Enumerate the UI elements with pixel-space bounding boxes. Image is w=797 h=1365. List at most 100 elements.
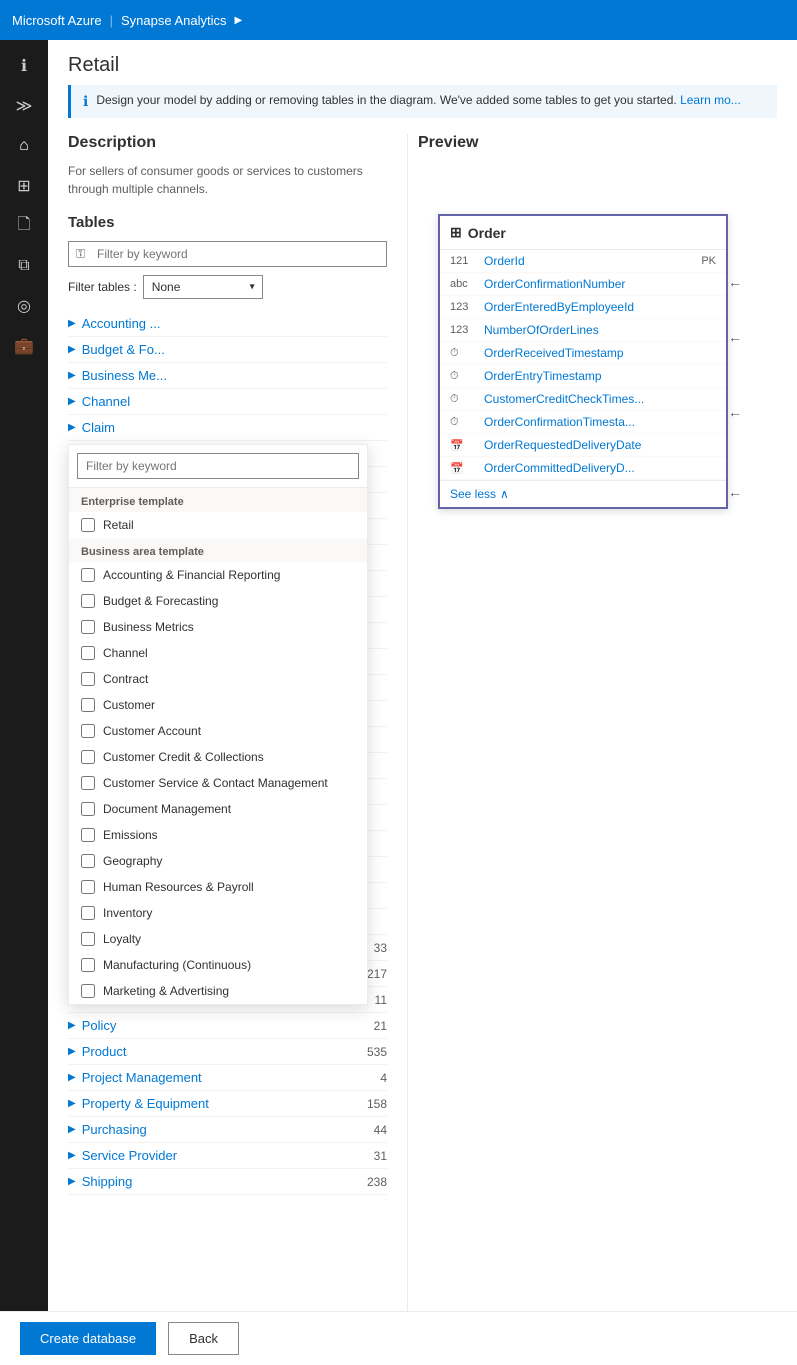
table-name-accounting: Accounting ... bbox=[82, 316, 387, 331]
table-item-budget[interactable]: ▶ Budget & Fo... bbox=[68, 337, 387, 363]
checkbox-loyalty[interactable] bbox=[81, 932, 95, 946]
arrow-right-1: ← bbox=[728, 274, 742, 290]
field-type-cal1: 📅 bbox=[450, 439, 478, 452]
top-bar-separator: | bbox=[110, 13, 113, 28]
table-item-business-metrics[interactable]: ▶ Business Me... bbox=[68, 363, 387, 389]
dropdown-item-customer-credit[interactable]: Customer Credit & Collections bbox=[69, 744, 367, 770]
filter-select[interactable]: None bbox=[143, 275, 263, 299]
sidebar-analytics-icon[interactable]: ◎ bbox=[6, 288, 42, 324]
business-area-section-label: Business area template bbox=[69, 538, 367, 562]
dropdown-item-inventory[interactable]: Inventory bbox=[69, 900, 367, 926]
sidebar-grid-icon[interactable]: ⊞ bbox=[6, 168, 42, 204]
learn-more-link[interactable]: Learn mo... bbox=[680, 93, 741, 107]
dropdown-scroll-area[interactable]: Enterprise template Retail Business area… bbox=[69, 488, 367, 1004]
sidebar-home-icon[interactable]: ⌂ bbox=[6, 128, 42, 164]
create-database-button[interactable]: Create database bbox=[48, 1322, 156, 1355]
dropdown-item-marketing[interactable]: Marketing & Advertising bbox=[69, 978, 367, 1004]
description-title: Description bbox=[68, 134, 387, 152]
table-item-accounting[interactable]: ▶ Accounting ... bbox=[68, 311, 387, 337]
dropdown-item-label-emissions: Emissions bbox=[103, 828, 158, 842]
dropdown-item-customer-service[interactable]: Customer Service & Contact Management bbox=[69, 770, 367, 796]
see-less-link[interactable]: See less ∧ bbox=[450, 487, 716, 501]
checkbox-contract[interactable] bbox=[81, 672, 95, 686]
table-item-channel[interactable]: ▶ Channel bbox=[68, 389, 387, 415]
sidebar-layers-icon[interactable]: ⧉ bbox=[6, 248, 42, 284]
checkbox-hr[interactable] bbox=[81, 880, 95, 894]
table-count-patient: 11 bbox=[375, 993, 387, 1007]
table-count-project-mgmt: 4 bbox=[380, 1071, 387, 1085]
checkbox-customer-service[interactable] bbox=[81, 776, 95, 790]
keyword-filter-input[interactable] bbox=[68, 241, 387, 267]
tables-title: Tables bbox=[68, 214, 387, 231]
table-item-purchasing[interactable]: ▶ Purchasing 44 bbox=[68, 1117, 387, 1143]
table-name-claim: Claim bbox=[82, 420, 387, 435]
table-item-project-mgmt[interactable]: ▶ Project Management 4 bbox=[68, 1065, 387, 1091]
dropdown-item-hr[interactable]: Human Resources & Payroll bbox=[69, 874, 367, 900]
field-name-delivery-committed: OrderCommittedDeliveryD... bbox=[484, 461, 716, 475]
sidebar-briefcase-icon[interactable]: 💼 bbox=[6, 328, 42, 364]
dropdown-item-geography[interactable]: Geography bbox=[69, 848, 367, 874]
checkbox-accounting[interactable] bbox=[81, 568, 95, 582]
dropdown-item-label-customer-service: Customer Service & Contact Management bbox=[103, 776, 328, 790]
table-name-property: Property & Equipment bbox=[82, 1096, 367, 1111]
dropdown-item-business-metrics[interactable]: Business Metrics bbox=[69, 614, 367, 640]
page-title: Retail bbox=[48, 40, 797, 85]
table-chevron-icon: ▶ bbox=[68, 344, 76, 355]
table-item-product[interactable]: ▶ Product 535 bbox=[68, 1039, 387, 1065]
checkbox-budget[interactable] bbox=[81, 594, 95, 608]
checkbox-retail[interactable] bbox=[81, 518, 95, 532]
dropdown-item-budget[interactable]: Budget & Forecasting bbox=[69, 588, 367, 614]
filter-select-wrapper: None ▾ bbox=[143, 275, 263, 299]
table-item-service-provider[interactable]: ▶ Service Provider 31 bbox=[68, 1143, 387, 1169]
checkbox-emissions[interactable] bbox=[81, 828, 95, 842]
checkbox-customer[interactable] bbox=[81, 698, 95, 712]
field-name-delivery-req: OrderRequestedDeliveryDate bbox=[484, 438, 716, 452]
order-card-title: Order bbox=[468, 225, 506, 241]
checkbox-document[interactable] bbox=[81, 802, 95, 816]
dropdown-item-emissions[interactable]: Emissions bbox=[69, 822, 367, 848]
table-item-policy[interactable]: ▶ Policy 21 bbox=[68, 1013, 387, 1039]
sidebar-expand-icon[interactable]: ≫ bbox=[6, 88, 42, 124]
table-name-channel: Channel bbox=[82, 394, 387, 409]
dropdown-item-manufacturing[interactable]: Manufacturing (Continuous) bbox=[69, 952, 367, 978]
dropdown-item-retail[interactable]: Retail bbox=[69, 512, 367, 538]
table-count-order: 33 bbox=[374, 941, 387, 955]
checkbox-inventory[interactable] bbox=[81, 906, 95, 920]
keyword-filter-wrapper: ⚿ bbox=[68, 241, 387, 267]
checkbox-marketing[interactable] bbox=[81, 984, 95, 998]
checkbox-customer-credit[interactable] bbox=[81, 750, 95, 764]
order-field-delivery-req: 📅 OrderRequestedDeliveryDate bbox=[440, 434, 726, 457]
checkbox-channel[interactable] bbox=[81, 646, 95, 660]
dropdown-search-input[interactable] bbox=[77, 453, 359, 479]
table-chevron-icon: ▶ bbox=[68, 318, 76, 329]
sidebar-info-icon[interactable]: ℹ bbox=[6, 48, 42, 84]
dropdown-item-document[interactable]: Document Management bbox=[69, 796, 367, 822]
dropdown-item-loyalty[interactable]: Loyalty bbox=[69, 926, 367, 952]
checkbox-manufacturing[interactable] bbox=[81, 958, 95, 972]
field-type-clock2: ⏱ bbox=[450, 370, 478, 383]
enterprise-section-label: Enterprise template bbox=[69, 488, 367, 512]
table-item-property[interactable]: ▶ Property & Equipment 158 bbox=[68, 1091, 387, 1117]
top-bar: Microsoft Azure | Synapse Analytics ▶ bbox=[0, 0, 797, 40]
table-item-claim[interactable]: ▶ Claim bbox=[68, 415, 387, 441]
sidebar-document-icon[interactable]: 🗋 bbox=[6, 208, 42, 244]
checkbox-geography[interactable] bbox=[81, 854, 95, 868]
checkbox-customer-account[interactable] bbox=[81, 724, 95, 738]
field-type-clock3: ⏱ bbox=[450, 393, 478, 406]
dropdown-item-label-inventory: Inventory bbox=[103, 906, 152, 920]
table-chevron-icon: ▶ bbox=[68, 1098, 76, 1109]
dropdown-item-label-hr: Human Resources & Payroll bbox=[103, 880, 254, 894]
dropdown-item-accounting[interactable]: Accounting & Financial Reporting bbox=[69, 562, 367, 588]
dropdown-item-customer[interactable]: Customer bbox=[69, 692, 367, 718]
field-pk-badge: PK bbox=[701, 255, 716, 267]
field-type-123a: 123 bbox=[450, 301, 478, 313]
dropdown-item-contract[interactable]: Contract bbox=[69, 666, 367, 692]
dropdown-item-channel[interactable]: Channel bbox=[69, 640, 367, 666]
dropdown-search-area bbox=[69, 445, 367, 488]
dropdown-item-customer-account[interactable]: Customer Account bbox=[69, 718, 367, 744]
table-item-shipping[interactable]: ▶ Shipping 238 bbox=[68, 1169, 387, 1195]
back-button[interactable]: Back bbox=[168, 1322, 239, 1355]
banner-text: Design your model by adding or removing … bbox=[96, 93, 740, 107]
checkbox-business-metrics[interactable] bbox=[81, 620, 95, 634]
filter-row: Filter tables : None ▾ bbox=[68, 275, 387, 299]
